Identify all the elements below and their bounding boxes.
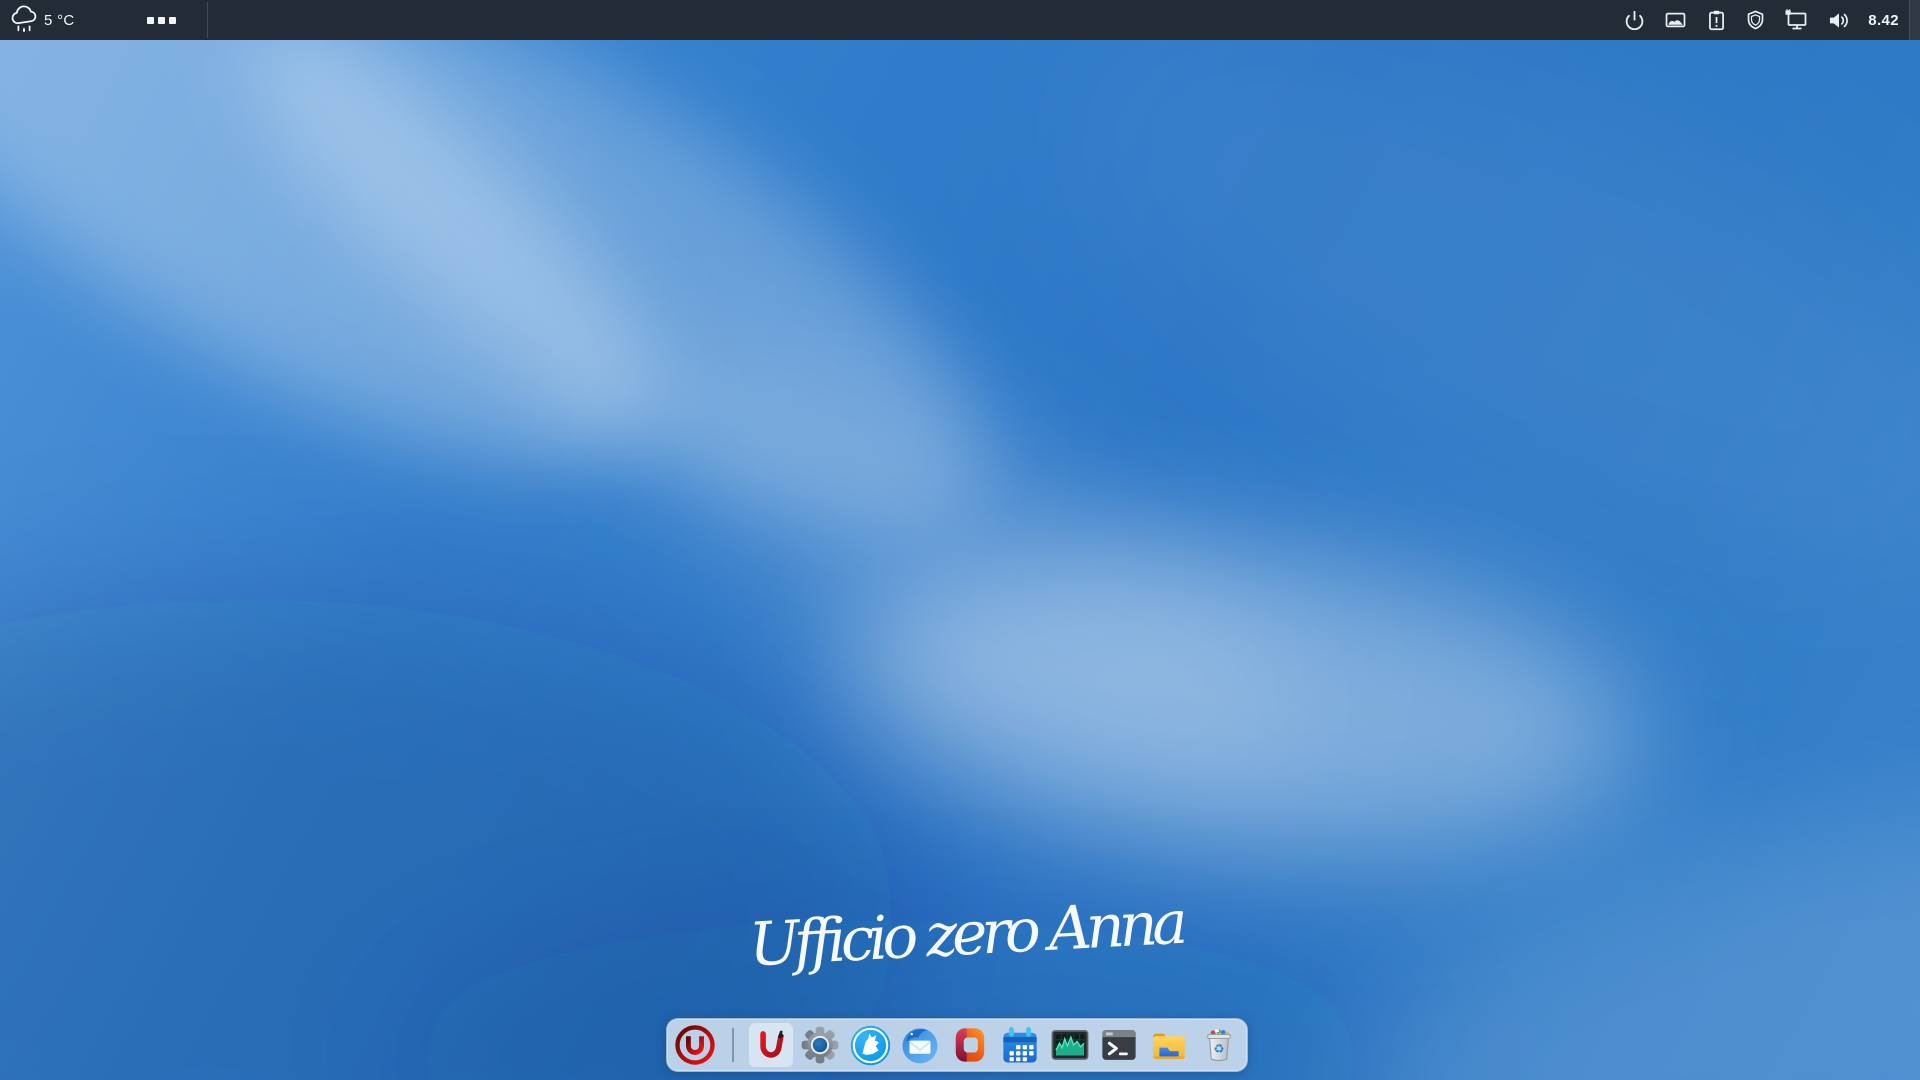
trash-icon: ♻	[1199, 1024, 1239, 1066]
file-manager-icon	[1148, 1024, 1190, 1066]
clock[interactable]: 8.42	[1868, 12, 1899, 29]
red-u-pen-icon	[752, 1026, 790, 1064]
desktop-wallpaper	[0, 0, 1920, 1080]
librewolf-icon	[849, 1024, 892, 1067]
top-panel: 5 °C	[0, 0, 1920, 40]
dock-item-ufficio-zero-menu[interactable]	[673, 1023, 717, 1067]
system-tray	[1623, 0, 1852, 40]
calendar-icon	[999, 1024, 1041, 1066]
system-monitor-icon	[1049, 1024, 1091, 1066]
dock-item-trash[interactable]: ♻	[1197, 1023, 1241, 1067]
more-dots-icon[interactable]	[143, 11, 180, 30]
dock-item-system-monitor[interactable]	[1048, 1023, 1092, 1067]
dock-item-librewolf-browser[interactable]	[848, 1023, 892, 1067]
gear-icon	[799, 1024, 841, 1066]
clipboard-alert-icon[interactable]	[1705, 0, 1728, 40]
wallpaper-icon[interactable]	[1662, 0, 1689, 40]
panel-separator	[207, 2, 208, 38]
dock-item-terminal[interactable]	[1098, 1023, 1142, 1067]
dock-item-settings[interactable]	[799, 1023, 843, 1067]
dock-item-office-suite[interactable]	[948, 1023, 992, 1067]
terminal-icon	[1098, 1024, 1140, 1066]
shield-icon[interactable]	[1744, 0, 1767, 40]
volume-icon[interactable]	[1826, 0, 1852, 40]
dock-item-file-manager[interactable]	[1147, 1023, 1191, 1067]
dock-item-thunderbird-mail[interactable]	[898, 1023, 942, 1067]
dock-separator	[723, 1023, 743, 1067]
dock: ♻	[666, 1018, 1248, 1072]
dock-item-calendar[interactable]	[998, 1023, 1042, 1067]
dock-item-ufficio-zero-welcome[interactable]	[749, 1023, 793, 1067]
rain-cloud-icon	[8, 3, 40, 37]
network-icon[interactable]	[1783, 0, 1810, 40]
show-desktop-strip[interactable]	[1909, 0, 1920, 40]
office-icon	[950, 1025, 990, 1065]
weather-temperature: 5 °C	[44, 12, 75, 29]
power-icon[interactable]	[1623, 0, 1646, 40]
ufficio-zero-logo-icon	[674, 1024, 716, 1066]
wallpaper-waves	[0, 0, 1920, 1080]
weather-widget[interactable]: 5 °C	[0, 0, 85, 40]
thunderbird-icon	[899, 1024, 941, 1066]
svg-text:♻: ♻	[1214, 1041, 1225, 1056]
